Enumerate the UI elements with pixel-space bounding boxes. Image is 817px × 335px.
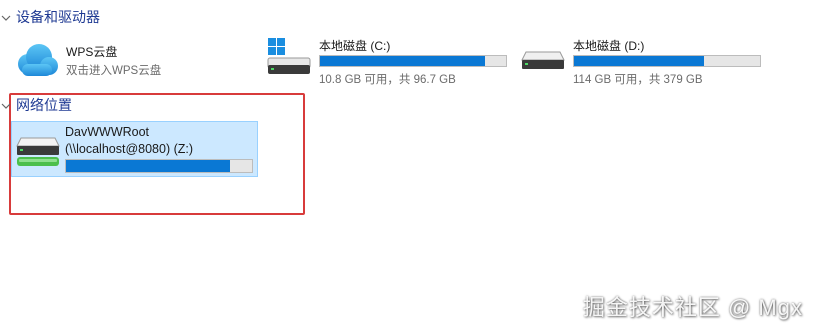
network-drive-usage-fill <box>66 160 230 172</box>
chevron-down-icon[interactable] <box>0 11 12 23</box>
cloud-icon <box>12 40 60 80</box>
windows-drive-icon <box>266 38 314 78</box>
drive-c-subtitle: 10.8 GB 可用，共 96.7 GB <box>319 74 456 86</box>
wps-name: WPS云盘 <box>66 45 118 59</box>
chevron-down-icon[interactable] <box>0 99 12 111</box>
devices-section-header[interactable]: 设备和驱动器 <box>0 7 100 27</box>
drive-c-name: 本地磁盘 (C:) <box>319 39 391 53</box>
drive-c-usage-fill <box>320 56 486 66</box>
drive-icon <box>520 38 568 78</box>
network-drive-item[interactable]: DavWWWRoot (\\localhost@8080) (Z:) <box>11 121 258 177</box>
wps-subtitle: 双击进入WPS云盘 <box>66 65 162 77</box>
network-drive-path: (\\localhost@8080) (Z:) <box>65 142 194 156</box>
drive-d-usage-fill <box>574 56 705 66</box>
section-title: 网络位置 <box>16 97 72 113</box>
network-drive-usage-bar <box>65 159 253 173</box>
network-drive-name: DavWWWRoot <box>65 125 150 139</box>
network-section-header[interactable]: 网络位置 <box>0 95 72 115</box>
watermark: 掘金技术社区 @ Mgx <box>582 295 803 320</box>
network-drive-icon <box>15 132 63 172</box>
wps-cloud-item[interactable]: WPS云盘 双击进入WPS云盘 <box>10 38 250 82</box>
drive-c-usage-bar <box>319 55 507 67</box>
drive-c-item[interactable]: 本地磁盘 (C:) 10.8 GB 可用，共 96.7 GB <box>266 36 511 86</box>
drive-d-item[interactable]: 本地磁盘 (D:) 114 GB 可用，共 379 GB <box>520 36 765 86</box>
section-title: 设备和驱动器 <box>16 9 100 25</box>
drive-d-subtitle: 114 GB 可用，共 379 GB <box>573 74 703 86</box>
drive-d-name: 本地磁盘 (D:) <box>573 39 645 53</box>
drive-d-usage-bar <box>573 55 761 67</box>
